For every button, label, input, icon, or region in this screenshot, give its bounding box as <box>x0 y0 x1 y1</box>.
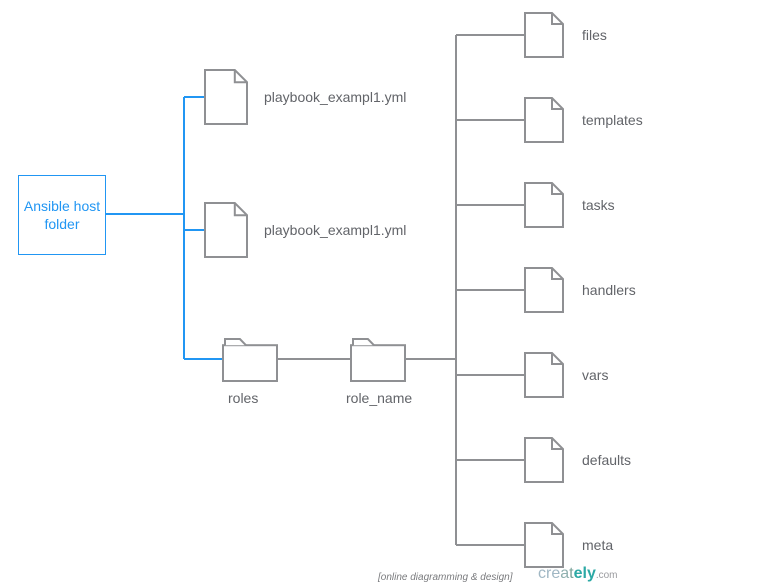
folder-icon <box>222 336 278 382</box>
files-label: files <box>582 27 607 44</box>
watermark-text: [online diagramming & design] <box>378 572 513 583</box>
templates-label: templates <box>582 112 643 129</box>
root-label-line1: Ansible host <box>24 198 100 214</box>
role-name-label: role_name <box>346 390 412 407</box>
file-icon <box>524 12 564 58</box>
file-icon <box>524 437 564 483</box>
file-icon <box>524 352 564 398</box>
folder-icon <box>350 336 406 382</box>
file-icon <box>524 522 564 568</box>
root-box: Ansible host folder <box>18 175 106 255</box>
handlers-label: handlers <box>582 282 636 299</box>
file-icon <box>204 69 248 125</box>
file-icon <box>524 267 564 313</box>
file1-label: playbook_exampl1.yml <box>264 89 406 106</box>
meta-label: meta <box>582 537 613 554</box>
roles-label: roles <box>228 390 258 407</box>
tasks-label: tasks <box>582 197 615 214</box>
vars-label: vars <box>582 367 608 384</box>
file-icon <box>204 202 248 258</box>
brand-logo: creately.com <box>538 565 618 583</box>
file-icon <box>524 97 564 143</box>
file-icon <box>524 182 564 228</box>
file2-label: playbook_exampl1.yml <box>264 222 406 239</box>
root-label-line2: folder <box>44 216 79 232</box>
defaults-label: defaults <box>582 452 631 469</box>
